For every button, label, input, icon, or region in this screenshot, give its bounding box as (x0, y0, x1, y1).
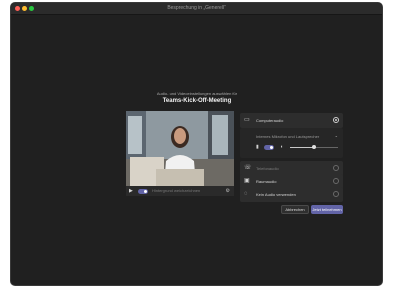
room-audio-radio[interactable] (333, 178, 339, 184)
monitor-icon: ▭ (244, 117, 250, 123)
computer-audio-label: Computeraudio (256, 118, 284, 123)
video-preview-image (126, 111, 234, 186)
cancel-button[interactable]: Abbrechen (281, 205, 309, 214)
prejoin-subtitle: Audio- und Videoeinstellungen auswählen … (156, 91, 238, 96)
no-audio-option[interactable]: ◌ Kein Audio verwenden (240, 187, 343, 202)
phone-icon: ☏ (244, 165, 252, 171)
room-icon: ▣ (244, 178, 250, 184)
volume-slider-fill (290, 147, 314, 148)
title-bar: Besprechung in „Generell“ (11, 3, 382, 15)
volume-slider-handle[interactable] (312, 145, 316, 149)
video-controls-bar: ▶ Hintergrund weichzeichnen ⚙ (126, 186, 234, 196)
no-audio-label: Kein Audio verwenden (256, 192, 296, 197)
video-camera-icon: ▶ (129, 188, 133, 194)
microphone-toggle[interactable] (264, 145, 274, 150)
camera-toggle[interactable] (138, 189, 148, 194)
phone-audio-label: Telefonaudio (256, 166, 279, 171)
chevron-down-icon[interactable]: ⌄ (335, 133, 338, 138)
microphone-icon: ▮ (256, 144, 259, 150)
window-title: Besprechung in „Generell“ (167, 5, 226, 11)
speaker-icon: ◖ (280, 144, 284, 150)
audio-device-panel: Internes Mikrofon und Lautsprecher ⌄ ▮ ◖ (240, 128, 343, 158)
audio-device-dropdown[interactable]: Internes Mikrofon und Lautsprecher (256, 134, 319, 139)
meeting-title: Teams-Kick-Off-Meeting (162, 98, 232, 104)
computer-audio-radio[interactable] (333, 117, 339, 123)
phone-audio-radio[interactable] (333, 165, 339, 171)
video-preview (126, 111, 234, 186)
speaker-off-icon: ◌ (244, 191, 248, 197)
background-blur-toggle[interactable]: Hintergrund weichzeichnen (152, 188, 200, 193)
no-audio-radio[interactable] (333, 191, 339, 197)
room-audio-label: Raumaudio (256, 179, 277, 184)
gear-icon[interactable]: ⚙ (226, 188, 230, 194)
join-now-button[interactable]: Jetzt teilnehmen (311, 205, 343, 214)
computer-audio-option[interactable]: ▭ Computeraudio (240, 113, 343, 128)
